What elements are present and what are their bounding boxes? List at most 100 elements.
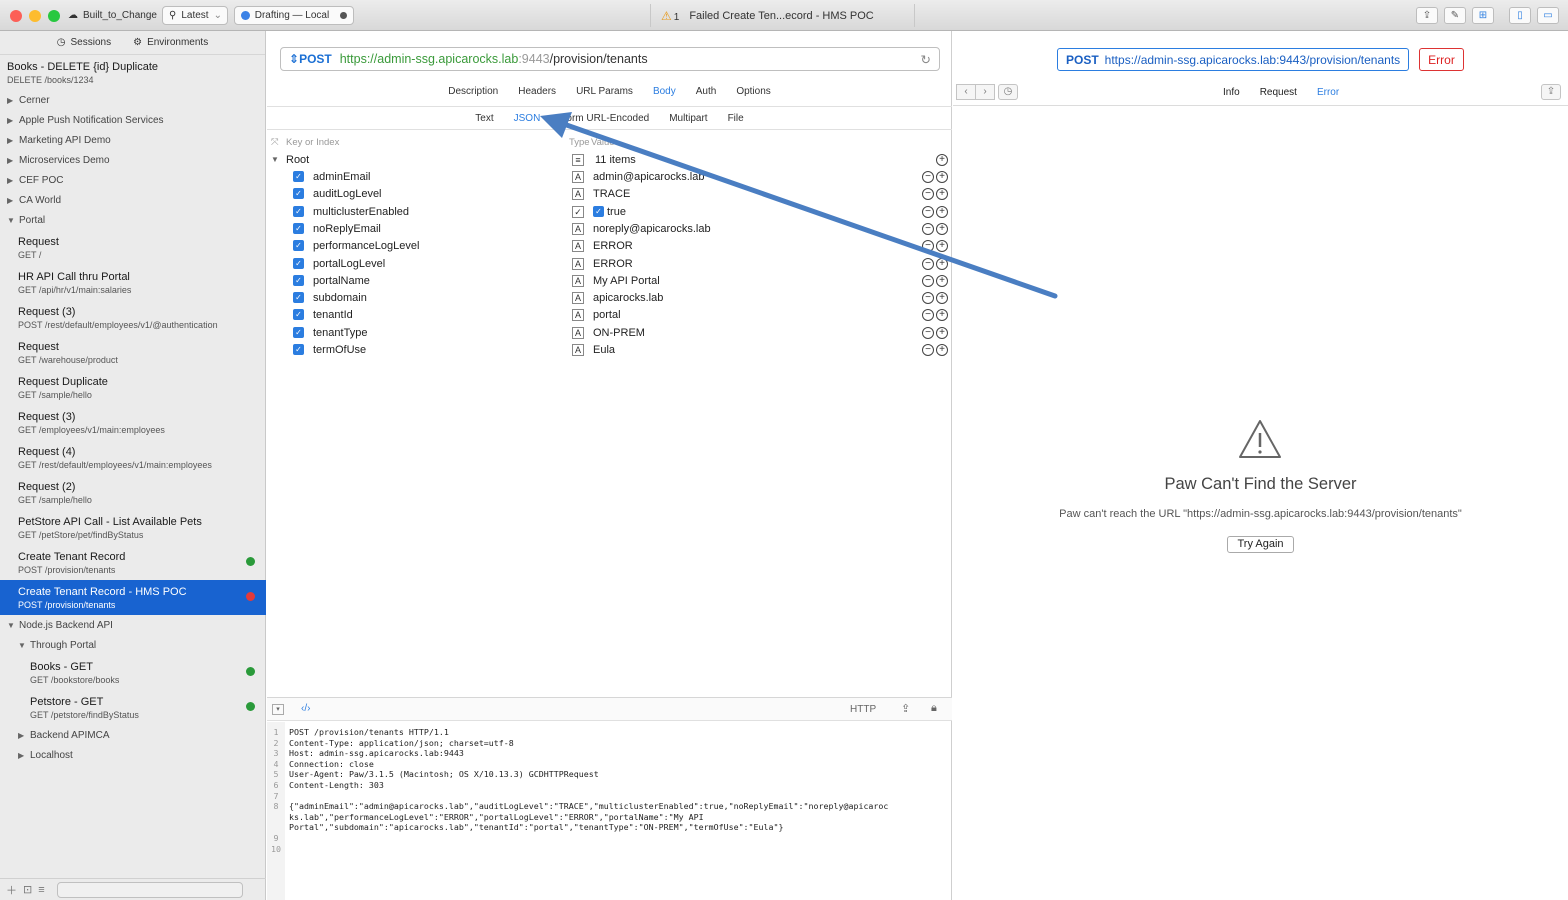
field-key[interactable]: termOfUse (313, 344, 366, 356)
tab-auth[interactable]: Auth (686, 86, 727, 101)
version-dropdown[interactable]: ⚲ Latest ⌄ (162, 6, 228, 25)
new-group-icon[interactable]: ⊡ (23, 883, 32, 896)
comment-icon[interactable]: ✎ (1444, 7, 1466, 24)
string-type-icon[interactable]: A (572, 188, 584, 201)
json-field-row[interactable]: ✓ termOfUse A Eula − + (267, 342, 952, 359)
tab-url-params[interactable]: URL Params (566, 86, 643, 101)
list-item[interactable]: Create Tenant Record POST /provision/tena… (0, 545, 266, 580)
list-item[interactable]: Request (3) GET /employees/v1/main:employ… (0, 405, 266, 440)
json-field-row[interactable]: ✓ auditLogLevel A TRACE − + (267, 186, 952, 203)
field-key[interactable]: tenantType (313, 327, 367, 339)
remove-row-icon[interactable]: − (922, 326, 934, 339)
lock-icon[interactable]: 🔒︎ (931, 702, 937, 715)
json-field-row[interactable]: ✓ portalName A My API Portal − + (267, 273, 952, 290)
string-type-icon[interactable]: A (572, 171, 584, 183)
remove-row-icon[interactable]: − (922, 222, 934, 235)
json-field-row[interactable]: ✓ performanceLogLevel A ERROR − + (267, 238, 952, 255)
group-ca-world[interactable]: ▶ CA World (0, 190, 266, 210)
field-key[interactable]: performanceLogLevel (313, 240, 419, 252)
checkbox[interactable]: ✓ (293, 326, 304, 338)
field-key[interactable]: tenantId (313, 309, 353, 321)
add-icon[interactable]: ＋ (6, 882, 17, 898)
field-key[interactable]: adminEmail (313, 171, 370, 183)
field-value[interactable]: My API Portal (593, 275, 660, 287)
response-url-badge[interactable]: POST https://admin-ssg.apicarocks.lab:94… (1057, 48, 1410, 71)
group-backend-apimca[interactable]: ▶ Backend APIMCA (0, 725, 266, 745)
checkbox[interactable]: ✓ (293, 240, 304, 252)
panel-toggle-icon[interactable]: ▭ (1537, 7, 1559, 24)
branch-status-button[interactable]: Drafting — Local (234, 6, 354, 25)
list-item[interactable]: Request (3) POST /rest/default/employees/… (0, 300, 266, 335)
string-type-icon[interactable]: A (572, 344, 584, 356)
field-key[interactable]: subdomain (313, 292, 367, 304)
field-value[interactable]: Eula (593, 344, 615, 356)
list-item[interactable]: Request GET /warehouse/product (0, 335, 266, 370)
zoom-window-button[interactable] (48, 10, 60, 22)
add-row-icon[interactable]: + (936, 154, 948, 166)
add-row-icon[interactable]: + (936, 257, 948, 270)
json-field-row[interactable]: ✓ tenantType A ON-PREM − + (267, 325, 952, 342)
remove-row-icon[interactable]: − (922, 240, 934, 253)
tab-json[interactable]: JSON (504, 113, 551, 124)
list-item[interactable]: Books - GET GET /bookstore/books (0, 655, 266, 690)
tab-options[interactable]: Options (726, 86, 780, 101)
field-key[interactable]: auditLogLevel (313, 188, 382, 200)
sort-icon[interactable]: ≡ (38, 884, 44, 896)
remove-row-icon[interactable]: − (922, 188, 934, 201)
checkbox[interactable]: ✓ (293, 171, 304, 182)
add-row-icon[interactable]: + (936, 326, 948, 339)
group-marketing[interactable]: ▶ Marketing API Demo (0, 130, 266, 150)
tab-sessions[interactable]: ◷ Sessions (57, 37, 111, 48)
field-value[interactable]: noreply@apicarocks.lab (593, 223, 711, 235)
string-type-icon[interactable]: A (572, 326, 584, 339)
add-row-icon[interactable]: + (936, 292, 948, 305)
tab-multipart[interactable]: Multipart (659, 113, 717, 124)
group-cef-poc[interactable]: ▶ CEF POC (0, 170, 266, 190)
string-type-icon[interactable]: A (572, 240, 584, 253)
field-value[interactable]: apicarocks.lab (593, 292, 663, 304)
checkbox[interactable]: ✓ (293, 309, 304, 321)
remove-row-icon[interactable]: − (922, 344, 934, 356)
code-format-selector[interactable]: HTTP (850, 704, 876, 715)
remove-row-icon[interactable]: − (922, 309, 934, 322)
share-icon[interactable]: ⇪ (1541, 84, 1561, 100)
checkbox[interactable]: ✓ (293, 222, 304, 234)
json-field-row[interactable]: ✓ tenantId Aportal − + (267, 307, 952, 324)
field-value[interactable]: ON-PREM (593, 327, 645, 339)
group-microservices[interactable]: ▶ Microservices Demo (0, 150, 266, 170)
boolean-checkbox[interactable]: ✓ (593, 205, 604, 217)
remove-row-icon[interactable]: − (922, 274, 934, 287)
minimize-window-button[interactable] (29, 10, 41, 22)
field-value[interactable]: portal (593, 309, 621, 321)
tab-headers[interactable]: Headers (508, 86, 566, 101)
forward-icon[interactable]: › (975, 84, 995, 100)
field-key[interactable]: noReplyEmail (313, 223, 381, 235)
group-cerner[interactable]: ▶ Cerner (0, 90, 266, 110)
field-value[interactable]: ERROR (593, 240, 633, 252)
add-row-icon[interactable]: + (936, 205, 948, 218)
list-item[interactable]: Request GET / (0, 230, 266, 265)
string-type-icon[interactable]: A (572, 309, 584, 322)
group-localhost[interactable]: ▶ Localhost (0, 745, 266, 765)
list-item[interactable]: HR API Call thru Portal GET /api/hr/v1/ma… (0, 265, 266, 300)
chevron-down-icon[interactable]: ▾ (272, 704, 284, 715)
window-title-tab[interactable]: ⚠ 1 Failed Create Ten...ecord - HMS POC (650, 4, 915, 27)
add-row-icon[interactable]: + (936, 344, 948, 356)
field-key[interactable]: portalLogLevel (313, 258, 385, 270)
url-bar[interactable]: ⇕POST https://admin-ssg.apicarocks.lab:9… (280, 47, 940, 71)
json-field-row[interactable]: ✓ noReplyEmail Anoreply@apicarocks.lab − + (267, 221, 952, 238)
field-value[interactable]: true (607, 206, 626, 218)
boolean-type-icon[interactable]: ✓ (572, 205, 584, 218)
tab-environments[interactable]: ⚙ Environments (133, 37, 208, 48)
tab-info[interactable]: Info (1223, 87, 1240, 98)
code-view-icon[interactable]: ‹/› (301, 703, 310, 714)
checkbox[interactable]: ✓ (293, 274, 304, 286)
tab-request[interactable]: Request (1260, 87, 1297, 98)
add-row-icon[interactable]: + (936, 222, 948, 235)
string-type-icon[interactable]: A (572, 274, 584, 287)
tab-file[interactable]: File (718, 113, 754, 124)
url-field[interactable]: https://admin-ssg.apicarocks.lab:9443/pr… (340, 52, 913, 66)
field-key[interactable]: multiclusterEnabled (313, 206, 409, 218)
back-icon[interactable]: ‹ (956, 84, 976, 100)
json-field-row[interactable]: ✓ portalLogLevel A ERROR − + (267, 256, 952, 273)
